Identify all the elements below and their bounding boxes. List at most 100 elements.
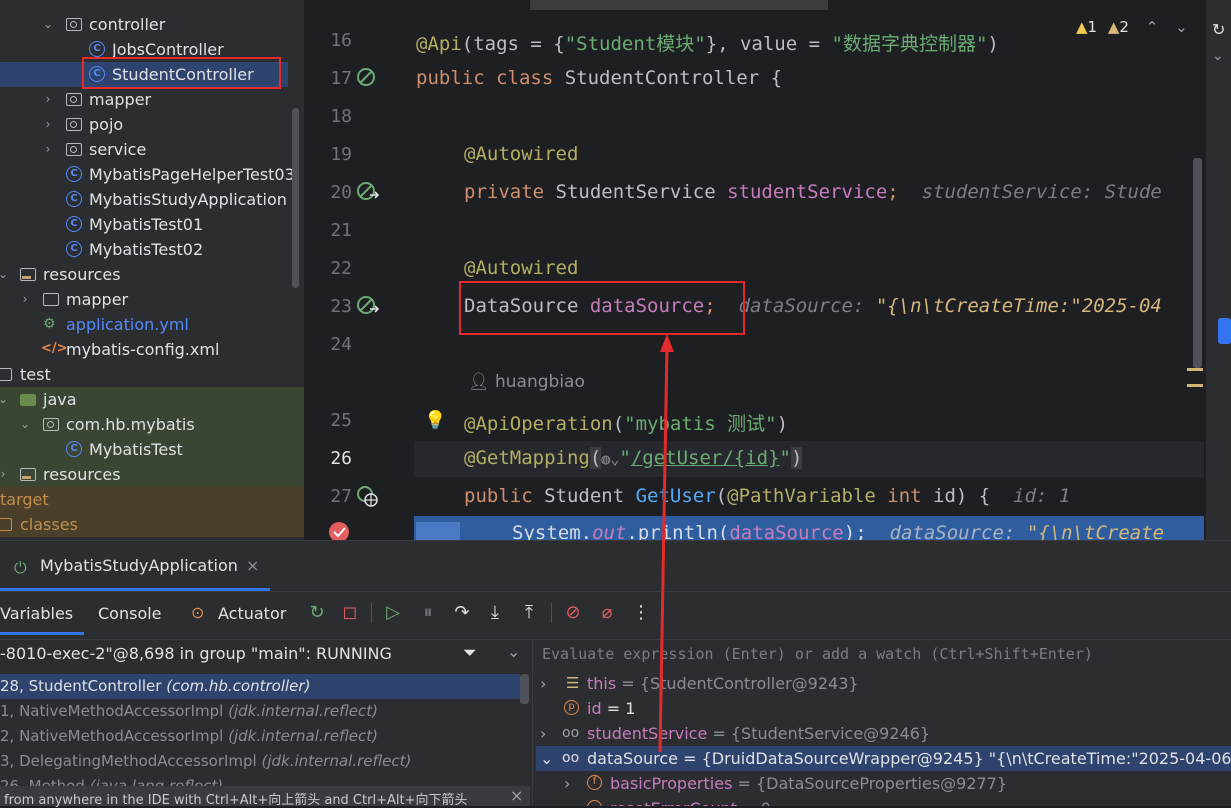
chevron-right-icon[interactable]: › — [540, 721, 546, 746]
tree-item-test-java[interactable]: ⌄ java — [0, 387, 304, 412]
variable-row-studentservice[interactable]: › oo studentService = {StudentService@92… — [536, 721, 1231, 746]
line-number: 22 — [330, 258, 352, 279]
tree-item-test-resources[interactable]: › resources — [0, 462, 304, 487]
editor-scrollbar[interactable] — [1193, 158, 1202, 368]
pause-icon[interactable]: ⏸︎ — [417, 603, 439, 623]
package-icon — [66, 118, 82, 131]
tree-item-resources[interactable]: ⌄ resources — [0, 262, 304, 287]
line-number: 16 — [330, 30, 352, 51]
horizontal-scroll-thumb[interactable] — [530, 0, 828, 10]
field-icon: f — [587, 775, 602, 790]
excluded-folder-icon — [0, 518, 12, 531]
side-toolbar-icon[interactable]: ↻ — [1212, 20, 1225, 39]
frame-row[interactable]: 26, Method (java.lang.reflect) — [0, 774, 520, 786]
chevron-down-icon[interactable]: ⌄ — [18, 412, 32, 437]
run-config-tab[interactable]: ⏻ MybatisStudyApplication × — [0, 553, 270, 591]
inline-value-hint: dataSource: — [889, 522, 1027, 540]
more-options-icon[interactable]: ⋮ — [630, 603, 652, 623]
chevron-right-icon[interactable]: › — [41, 87, 55, 112]
frame-row-selected[interactable]: 28, StudentController (com.hb.controller… — [0, 674, 520, 699]
variable-row-basicproperties[interactable]: › f basicProperties = {DataSourcePropert… — [536, 771, 1231, 796]
evaluate-expression-field[interactable]: Evaluate expression (Enter) or add a wat… — [533, 640, 1231, 670]
code-editor[interactable]: 16 17 18 19 20 21 22 23 24 25 26 27 💡 @A… — [304, 0, 1231, 540]
code-line-28: System.out.println(dataSource); dataSour… — [512, 522, 1164, 540]
autowired-navigate-icon[interactable] — [356, 181, 380, 205]
chevron-right-icon[interactable]: › — [18, 287, 32, 312]
close-icon[interactable]: × — [246, 556, 259, 575]
author-inlay[interactable]: 👤︎ huangbiao — [468, 372, 585, 392]
chevron-down-icon[interactable]: ⌄ — [540, 746, 553, 771]
frame-row[interactable]: 3, DelegatingMethodAccessorImpl (jdk.int… — [0, 749, 520, 774]
tree-item-service[interactable]: › service — [0, 137, 304, 162]
view-breakpoints-icon[interactable]: ⊘ — [562, 603, 584, 623]
chevron-down-icon[interactable]: ⌄ — [507, 642, 520, 661]
stop-icon[interactable]: ◻ — [339, 603, 361, 623]
tree-item-mybatistest[interactable]: C MybatisTest — [0, 437, 304, 462]
tree-item-mybatistest01[interactable]: C MybatisTest01 — [0, 212, 304, 237]
tree-item-target[interactable]: target — [0, 487, 304, 512]
resources-folder-icon — [20, 268, 36, 281]
frame-row[interactable]: 2, NativeMethodAccessorImpl (jdk.interna… — [0, 724, 520, 749]
tab-variables[interactable]: Variables — [0, 604, 73, 623]
chevron-up-icon[interactable]: ⌃ — [1146, 18, 1159, 36]
variable-row-reseterrorcount[interactable]: resetErrorCount = 0 — [536, 796, 1231, 806]
annotation-highlight-box — [459, 281, 745, 335]
tree-item-controller[interactable]: ⌄ controller — [0, 12, 304, 37]
bulb-icon[interactable]: 💡 — [424, 410, 446, 431]
chevron-down-icon[interactable]: ⌄ — [1175, 18, 1188, 36]
thread-selector[interactable]: -8010-exec-2"@8,698 in group "main": RUN… — [0, 644, 392, 663]
chevron-down-icon[interactable]: ⌄ — [41, 12, 55, 37]
watch-icon: oo — [562, 725, 580, 741]
step-out-icon[interactable]: ⤒ — [518, 603, 540, 623]
tree-item-studyapplication[interactable]: C MybatisStudyApplication — [0, 187, 304, 212]
tree-item-mybatis-config[interactable]: </> mybatis-config.xml — [0, 337, 304, 362]
chevron-right-icon[interactable]: › — [41, 137, 55, 162]
mute-breakpoints-icon[interactable]: ⌀ — [596, 603, 618, 623]
step-into-icon[interactable]: ⤓ — [484, 603, 506, 623]
code-line-27: public Student GetUser(@PathVariable int… — [464, 485, 1071, 507]
tree-item-mybatistest02[interactable]: C MybatisTest02 — [0, 237, 304, 262]
rerun-icon[interactable]: ↻ — [306, 603, 328, 623]
tree-item-application-yml[interactable]: ⚙ application.yml — [0, 312, 304, 337]
spring-bean-gutter-icon[interactable] — [356, 67, 380, 91]
chevron-down-icon[interactable]: ⌄ — [1212, 48, 1224, 64]
step-over-icon[interactable]: ↷ — [451, 603, 473, 623]
breakpoint-icon[interactable] — [328, 520, 352, 540]
class-icon: C — [66, 216, 82, 232]
error-stripe-marker[interactable] — [1187, 368, 1203, 371]
tree-item-pagehelpertest[interactable]: C MybatisPageHelperTest03 — [0, 162, 304, 187]
globe-chevron-icon[interactable]: ◍⌄ — [601, 450, 619, 468]
chevron-right-icon[interactable]: › — [0, 462, 10, 487]
toolbar-separator — [371, 603, 372, 623]
tree-item-com-hb-mybatis[interactable]: ⌄ com.hb.mybatis — [0, 412, 304, 437]
error-stripe-marker[interactable] — [1187, 384, 1203, 387]
variable-row-id[interactable]: p id = 1 — [536, 696, 1231, 721]
inspection-widget[interactable]: ▲1 ▲2 ⌃ ⌄ — [1076, 18, 1188, 36]
tree-item-mapper[interactable]: › mapper — [0, 87, 304, 112]
chevron-right-icon[interactable]: › — [540, 671, 546, 696]
chevron-down-icon[interactable]: ⌄ — [0, 387, 10, 412]
chevron-right-icon[interactable]: › — [41, 112, 55, 137]
tree-item-resources-mapper[interactable]: › mapper — [0, 287, 304, 312]
inline-value-hint: id: 1 — [1013, 485, 1071, 507]
tree-item-test[interactable]: test — [0, 362, 304, 387]
endpoint-globe-icon[interactable] — [356, 485, 380, 509]
tree-item-classes[interactable]: classes — [0, 512, 304, 537]
frames-scrollbar[interactable] — [520, 674, 529, 704]
tree-item-pojo[interactable]: › pojo — [0, 112, 304, 137]
autowired-navigate-icon[interactable] — [356, 295, 380, 319]
chevron-down-icon[interactable]: ⌄ — [0, 262, 10, 287]
tree-scrollbar[interactable] — [292, 108, 299, 288]
variable-row-datasource[interactable]: ⌄ oo dataSource = {DruidDataSourceWrappe… — [536, 746, 1231, 771]
resume-icon[interactable]: ▷ — [382, 603, 404, 623]
frame-row[interactable]: 1, NativeMethodAccessorImpl (jdk.interna… — [0, 699, 520, 724]
chevron-right-icon[interactable]: › — [564, 771, 570, 796]
frames-hint: from anywhere in the IDE with Ctrl+Alt+向… — [4, 793, 468, 808]
folder-icon — [43, 293, 59, 306]
tab-actuator[interactable]: Actuator — [218, 604, 286, 623]
filter-icon[interactable]: ⏷ — [463, 643, 477, 663]
variable-row-this[interactable]: › ☰ this = {StudentController@9243} — [536, 671, 1231, 696]
tab-console[interactable]: Console — [98, 604, 162, 623]
close-icon[interactable]: × — [510, 786, 523, 805]
side-toolbar-marker — [1218, 318, 1231, 344]
